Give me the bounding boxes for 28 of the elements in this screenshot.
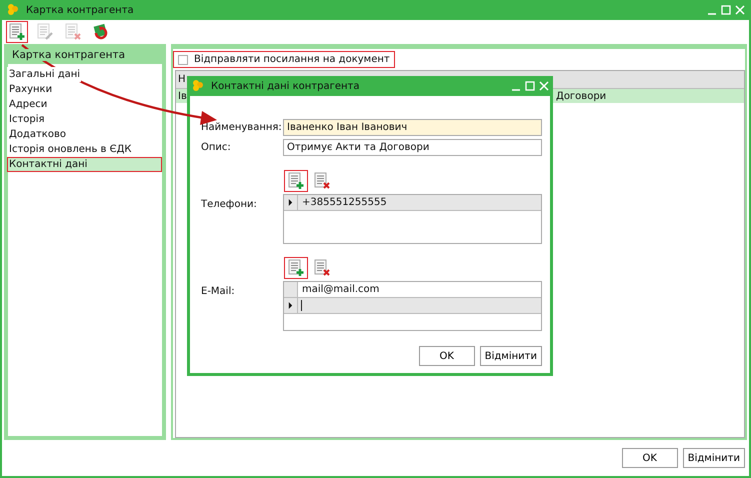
sidebar-item[interactable]: Рахунки — [7, 82, 54, 97]
input-field[interactable]: Іваненко Іван Іванович — [283, 118, 542, 136]
grid-row[interactable]: +385551255555 — [284, 195, 541, 211]
grid-row[interactable]: mail@mail.com — [284, 282, 541, 298]
input-field[interactable]: Отримує Акти та Договори — [283, 138, 542, 156]
field-label: Телефони: — [201, 198, 258, 212]
grid-cell-text: +385551255555 — [301, 197, 387, 208]
dialog-button[interactable]: Відмінити — [682, 448, 745, 468]
dialog-button[interactable]: OK — [418, 346, 475, 366]
field-label: E-Mail: — [201, 285, 236, 299]
sidebar-title: Картка контрагента — [12, 49, 126, 61]
column-header: Н — [177, 74, 186, 85]
table-cell-text: Договори — [555, 90, 606, 102]
sidebar-item[interactable]: Адреси — [7, 97, 48, 112]
dialog-title: Контактні дані контрагента — [211, 80, 361, 92]
sidebar-item[interactable]: Загальні дані — [7, 67, 82, 82]
sidebar-item[interactable]: Історія — [7, 112, 46, 127]
dialog-button[interactable]: Відмінити — [480, 346, 542, 366]
field-label: Найменування: — [201, 122, 283, 132]
grid-cell-text: mail@mail.com — [301, 284, 380, 295]
sidebar-item[interactable]: Історія оновлень в ЄДК — [7, 142, 132, 157]
window-title: Картка контрагента — [26, 4, 135, 16]
field-label: Опис: — [201, 142, 232, 152]
sidebar-item[interactable]: Додатково — [7, 127, 67, 142]
send-link-checkbox[interactable]: Відправляти посилання на документ — [173, 51, 395, 68]
table-cell-text: Ів — [177, 90, 188, 102]
dialog-button[interactable]: OK — [622, 448, 678, 468]
sidebar-item[interactable]: Контактні дані — [7, 157, 162, 172]
